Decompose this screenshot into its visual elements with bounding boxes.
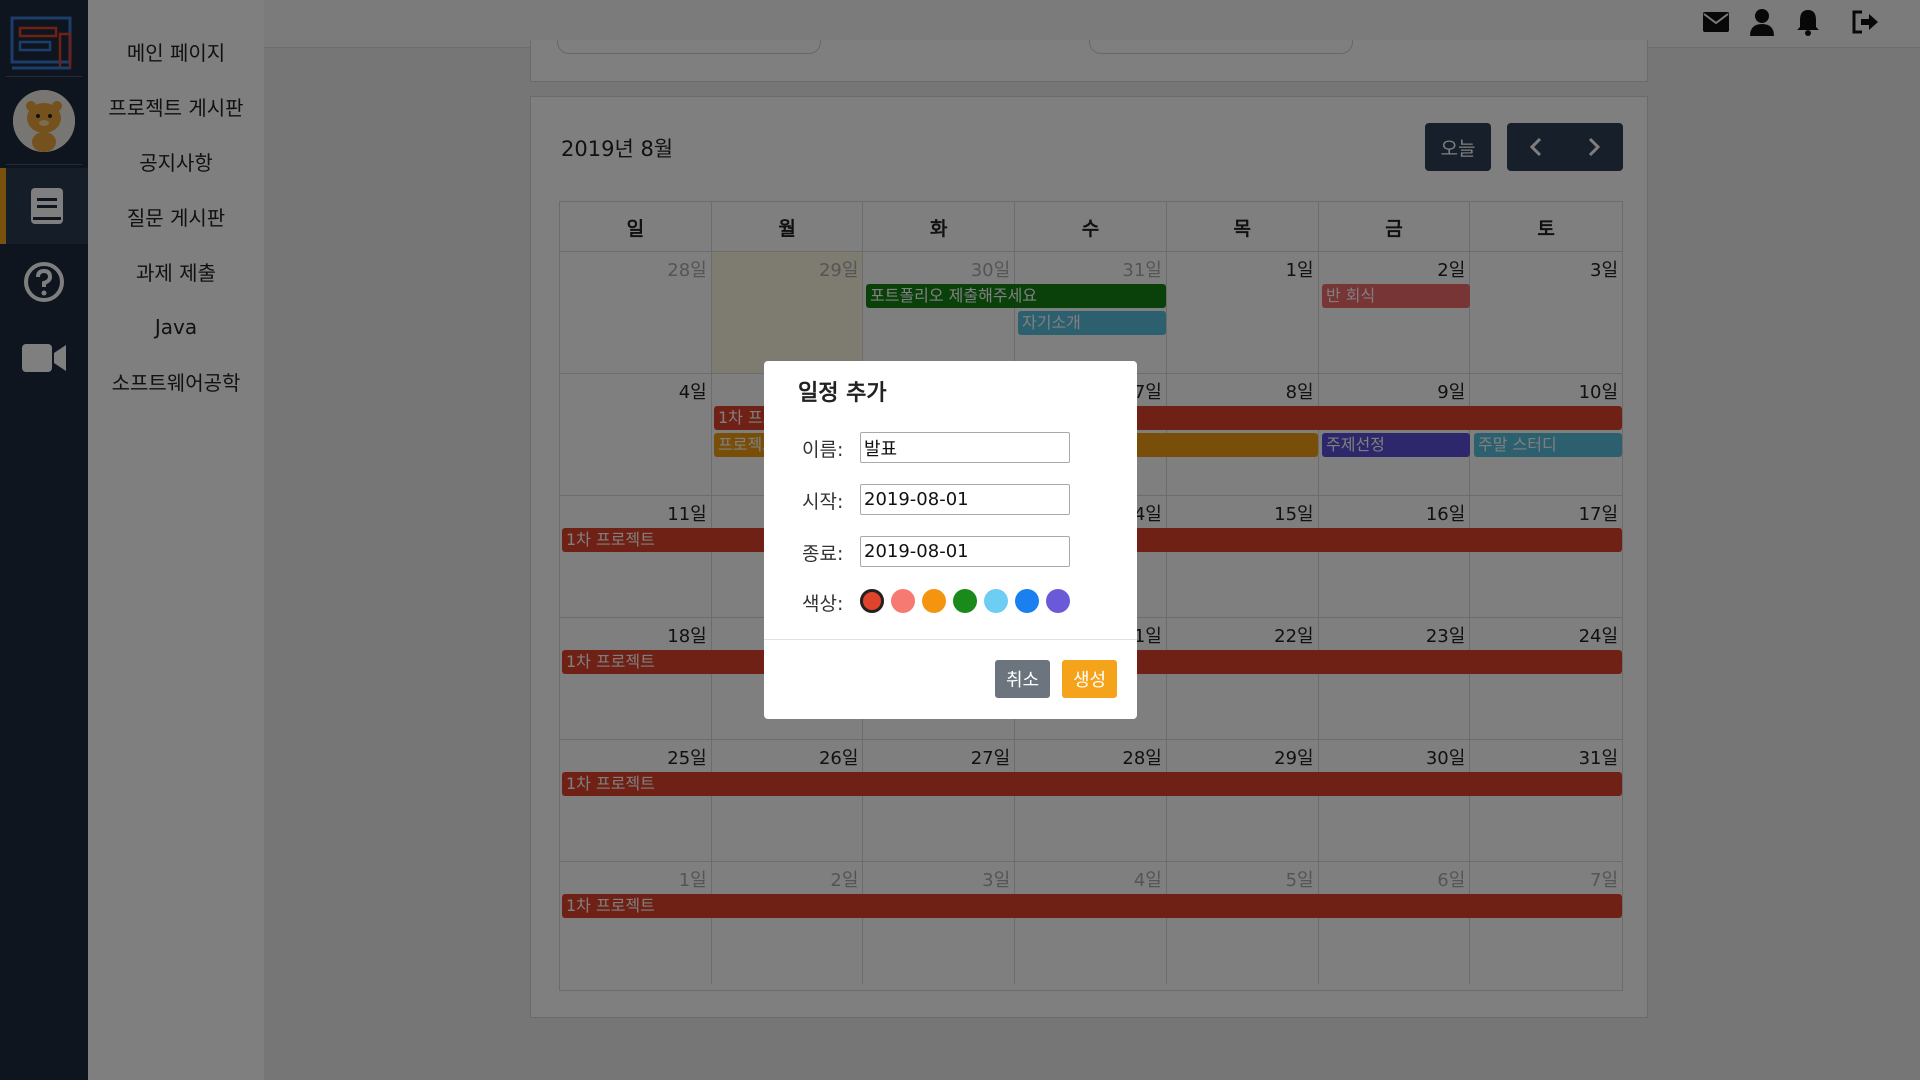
start-label: 시작: — [802, 491, 844, 513]
modal-title: 일정 추가 — [798, 381, 887, 406]
color-label: 색상: — [802, 593, 844, 615]
color-swatch[interactable] — [1015, 589, 1039, 613]
add-event-modal: 일정 추가 이름: 시작: 종료: 색상: 취소 생성 — [764, 361, 1137, 719]
event-name-input[interactable] — [860, 432, 1070, 463]
name-label: 이름: — [802, 439, 844, 461]
create-button[interactable]: 생성 — [1062, 660, 1117, 698]
color-swatch[interactable] — [891, 589, 915, 613]
cancel-button[interactable]: 취소 — [995, 660, 1050, 698]
end-date-input[interactable] — [860, 536, 1070, 567]
color-swatch[interactable] — [984, 589, 1008, 613]
color-swatch[interactable] — [922, 589, 946, 613]
color-swatch[interactable] — [860, 589, 884, 613]
start-date-input[interactable] — [860, 484, 1070, 515]
end-label: 종료: — [802, 543, 844, 565]
color-picker — [860, 589, 1070, 613]
color-swatch[interactable] — [953, 589, 977, 613]
color-swatch[interactable] — [1046, 589, 1070, 613]
